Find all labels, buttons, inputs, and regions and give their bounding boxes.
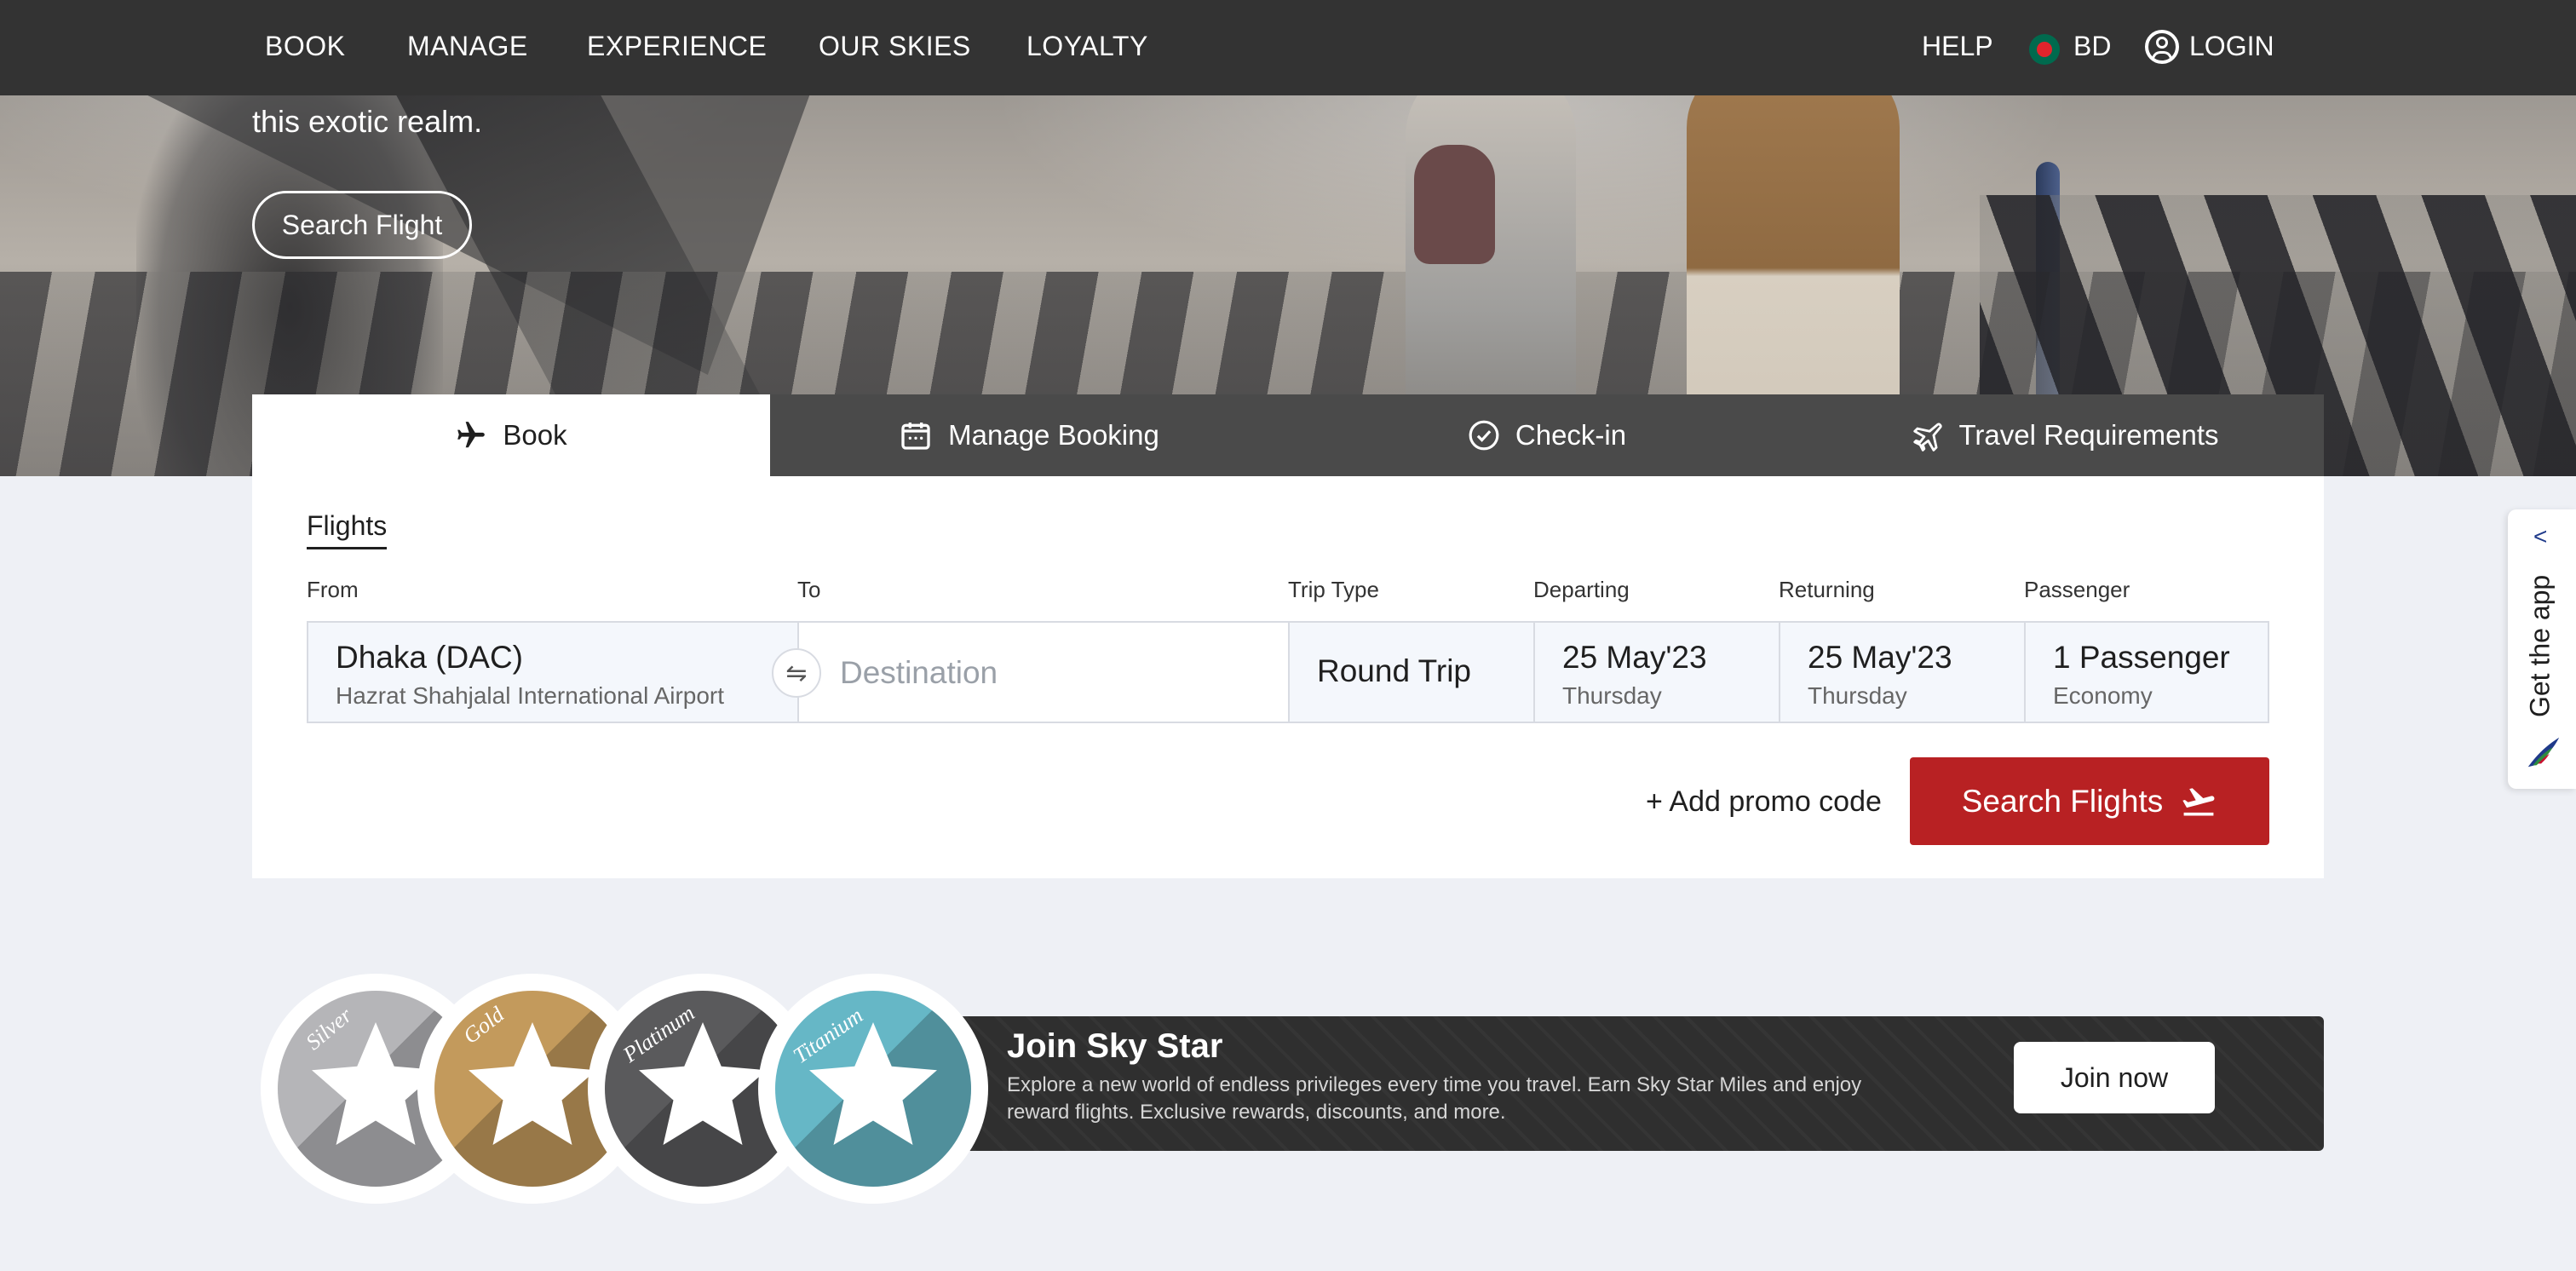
titanium-tier-medal: Titanium — [758, 974, 988, 1204]
tab-label: Check-in — [1515, 419, 1627, 451]
search-flights-label: Search Flights — [1961, 783, 2164, 819]
trip-type-label: Trip Type — [1288, 577, 1379, 602]
returning-day: Thursday — [1808, 682, 1907, 709]
login-link[interactable]: LOGIN — [2189, 31, 2274, 62]
skystar-title: Join Sky Star — [1007, 1027, 1223, 1065]
departing-date: 25 May'23 — [1562, 640, 1707, 675]
departing-day: Thursday — [1562, 682, 1662, 709]
returning-date: 25 May'23 — [1808, 640, 1952, 675]
booking-tabs: Book Manage Booking Check-in Travel Requ… — [252, 394, 2324, 476]
returning-date-field[interactable]: 25 May'23 Thursday — [1779, 621, 2026, 723]
tab-label: Book — [503, 419, 567, 451]
passenger-label: Passenger — [2024, 577, 2130, 602]
cabin-class: Economy — [2053, 682, 2153, 709]
departing-date-field[interactable]: 25 May'23 Thursday — [1533, 621, 1780, 723]
departing-label: Departing — [1533, 577, 1630, 602]
from-label: From — [307, 577, 359, 602]
tab-travel-requirements[interactable]: Travel Requirements — [1806, 394, 2324, 476]
airline-logo-icon — [2527, 737, 2560, 768]
nav-item-our-skies[interactable]: OUR SKIES — [819, 31, 971, 62]
destination-placeholder: Destination — [840, 655, 998, 690]
check-circle-icon — [1469, 420, 1499, 451]
tab-manage-booking[interactable]: Manage Booking — [770, 394, 1288, 476]
tab-check-in[interactable]: Check-in — [1288, 394, 1806, 476]
swap-airports-icon[interactable]: ⇋ — [772, 648, 821, 698]
trip-type-value: Round Trip — [1317, 653, 1471, 688]
booking-panel: Flights From To Trip Type Departing Retu… — [252, 476, 2324, 878]
hero-backpack-image — [1414, 145, 1495, 264]
nav-item-book[interactable]: BOOK — [265, 31, 345, 62]
returning-label: Returning — [1779, 577, 1875, 602]
add-promo-code-link[interactable]: + Add promo code — [1646, 785, 1882, 819]
get-the-app-label: Get the app — [2524, 574, 2556, 717]
destination-field[interactable]: Destination — [797, 621, 1290, 723]
flights-section-title[interactable]: Flights — [307, 510, 388, 549]
nav-help-link[interactable]: HELP — [1922, 31, 1993, 62]
nav-item-experience[interactable]: EXPERIENCE — [587, 31, 767, 62]
plane-takeoff-icon — [2182, 787, 2215, 815]
calendar-icon — [901, 423, 930, 450]
top-navigation: BOOK MANAGE EXPERIENCE OUR SKIES LOYALTY… — [0, 0, 2576, 95]
trip-type-selector[interactable]: Round Trip — [1288, 621, 1535, 723]
user-icon[interactable] — [2145, 30, 2179, 64]
get-the-app-tab[interactable]: < Get the app — [2508, 509, 2576, 789]
tab-label: Manage Booking — [948, 419, 1159, 451]
join-now-button[interactable]: Join now — [2014, 1042, 2215, 1113]
search-flight-button[interactable]: Search Flight — [252, 191, 472, 259]
passenger-selector[interactable]: 1 Passenger Economy — [2024, 621, 2269, 723]
chevron-left-icon[interactable]: < — [2533, 523, 2547, 550]
to-label: To — [797, 577, 821, 602]
nav-item-manage[interactable]: MANAGE — [407, 31, 528, 62]
bangladesh-flag-icon[interactable] — [2029, 34, 2060, 65]
from-value: Dhaka (DAC) — [336, 640, 523, 675]
plane-ticket-icon — [1913, 423, 1943, 451]
hero-text: this exotic realm. — [252, 104, 483, 139]
passenger-count: 1 Passenger — [2053, 640, 2230, 675]
medal-disc — [775, 991, 971, 1187]
region-selector[interactable]: BD — [2073, 31, 2111, 62]
tab-label: Travel Requirements — [1958, 419, 2219, 451]
nav-item-loyalty[interactable]: LOYALTY — [1026, 31, 1148, 62]
skystar-description: Explore a new world of endless privilege… — [1007, 1073, 1862, 1124]
tab-book[interactable]: Book — [252, 394, 770, 476]
airplane-icon — [457, 422, 486, 448]
from-airport: Hazrat Shahjalal International Airport — [336, 682, 725, 709]
search-flights-button[interactable]: Search Flights — [1910, 757, 2269, 845]
from-field[interactable]: Dhaka (DAC) Hazrat Shahjalal Internation… — [307, 621, 799, 723]
